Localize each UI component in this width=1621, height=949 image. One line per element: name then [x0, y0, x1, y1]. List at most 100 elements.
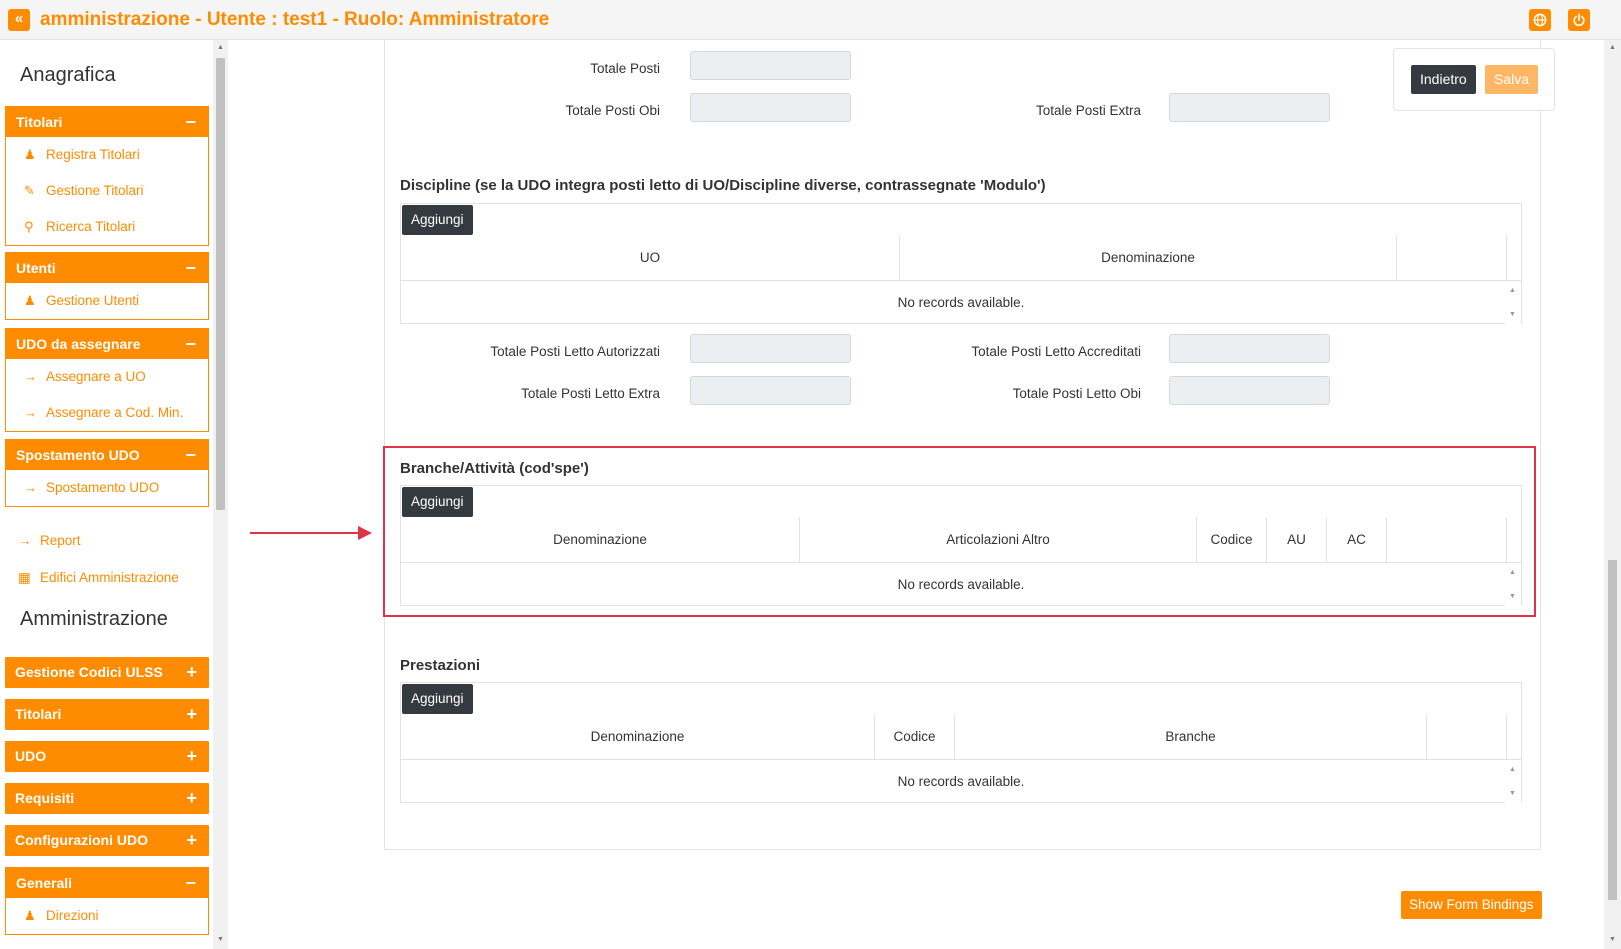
totale-posti-obi-input[interactable] [690, 93, 851, 122]
arrow-right-icon: → [24, 405, 37, 420]
scroll-down-icon[interactable]: ▼ [1609, 936, 1616, 943]
search-icon: ⚲ [24, 219, 34, 234]
totale-pl-autorizzati-label: Totale Posti Letto Autorizzati [490, 344, 660, 359]
scroll-up-icon[interactable]: ▲ [1509, 287, 1516, 295]
prestazioni-add-button[interactable]: Aggiungi [402, 684, 473, 714]
minus-icon[interactable]: − [185, 868, 196, 898]
main-scrollbar[interactable]: ▲ ▼ [1604, 40, 1621, 949]
totale-pl-extra-input[interactable] [690, 376, 851, 405]
prestazioni-section-title: Prestazioni [400, 657, 481, 674]
sidebar-group-udo-da-assegnare: UDO da assegnare − → Assegnare a UO → Asseg… [5, 328, 209, 432]
column-header-branche[interactable]: Branche [955, 714, 1427, 760]
sidebar-item-assegnare-uo[interactable]: → Assegnare a UO [6, 359, 208, 395]
page-title: amministrazione - Utente : test1 - Ruolo… [40, 9, 550, 30]
prestazioni-grid-body: No records available. ▲ ▼ [401, 760, 1521, 804]
sidebar-group-utenti: Utenti − ♟ Gestione Utenti [5, 252, 209, 320]
sidebar-group-generali: Generali − ♟ Direzioni [5, 867, 209, 935]
totale-posti-extra-label: Totale Posti Extra [1035, 103, 1141, 118]
sidebar-group-header[interactable]: Utenti − [6, 253, 208, 283]
sidebar-scrollbar[interactable]: ▲ ▼ [213, 40, 228, 949]
minus-icon[interactable]: − [185, 329, 196, 359]
highlight-box [383, 446, 1536, 617]
globe-icon[interactable] [1529, 9, 1551, 31]
top-bar: « amministrazione - Utente : test1 - Ruo… [0, 0, 1621, 40]
sidebar-link-report[interactable]: → Report [18, 533, 81, 548]
collapse-sidebar-icon[interactable]: « [8, 9, 30, 31]
plus-icon[interactable]: + [186, 783, 197, 814]
column-header-denominazione[interactable]: Denominazione [401, 714, 875, 760]
prestazioni-grid-header: Denominazione Codice Branche [401, 714, 1521, 760]
no-records-text: No records available. [897, 774, 1025, 789]
totale-pl-autorizzati-input[interactable] [690, 334, 851, 363]
user-edit-icon: ♟ [24, 147, 36, 162]
sidebar-item-direzioni[interactable]: ♟ Direzioni [6, 898, 208, 934]
sidebar-item-assegnare-cod-min[interactable]: → Assegnare a Cod. Min. [6, 395, 208, 431]
discipline-grid-header: UO Denominazione [401, 235, 1521, 281]
user-edit-icon: ♟ [24, 293, 36, 308]
sidebar-group-titolari: Titolari − ♟ Registra Titolari ✎ Gestione T… [5, 106, 209, 246]
totale-posti-input[interactable] [690, 51, 851, 80]
discipline-add-button[interactable]: Aggiungi [402, 205, 473, 235]
plus-icon[interactable]: + [186, 741, 197, 772]
sidebar-item-gestione-utenti[interactable]: ♟ Gestione Utenti [6, 283, 208, 319]
sidebar-item-ricerca-titolari[interactable]: ⚲ Ricerca Titolari [6, 209, 208, 245]
sidebar-link-edifici[interactable]: ▦ Edifici Amministrazione [18, 570, 179, 586]
column-header-actions [1397, 235, 1507, 281]
save-button[interactable]: Salva [1485, 65, 1539, 94]
column-header-denominazione[interactable]: Denominazione [900, 235, 1397, 281]
arrow-right-icon: → [24, 369, 37, 384]
scroll-up-icon[interactable]: ▲ [1509, 766, 1516, 774]
building-icon: ▦ [18, 570, 31, 585]
sidebar-heading-anagrafica: Anagrafica [20, 64, 116, 86]
sidebar-item-registra-titolari[interactable]: ♟ Registra Titolari [6, 137, 208, 173]
minus-icon[interactable]: − [185, 107, 196, 137]
scroll-up-icon[interactable]: ▲ [1609, 44, 1616, 51]
scroll-down-icon[interactable]: ▼ [217, 936, 224, 943]
no-records-text: No records available. [897, 295, 1025, 310]
minus-icon[interactable]: − [185, 253, 196, 283]
grid-scrollbar[interactable]: ▲ ▼ [1505, 760, 1521, 804]
prestazioni-grid: Denominazione Codice Branche No records … [400, 682, 1522, 804]
main-scroll-thumb[interactable] [1608, 560, 1617, 900]
totale-pl-accreditati-input[interactable] [1169, 334, 1330, 363]
scroll-down-icon[interactable]: ▼ [1509, 311, 1516, 319]
totale-pl-obi-input[interactable] [1169, 376, 1330, 405]
plus-icon[interactable]: + [186, 699, 197, 730]
power-icon[interactable] [1568, 9, 1590, 31]
sidebar-group-header[interactable]: Generali − [6, 868, 208, 898]
sidebar-group-header[interactable]: UDO da assegnare − [6, 329, 208, 359]
sidebar-group-udo[interactable]: UDO + [5, 741, 209, 772]
sidebar-heading-amministrazione: Amministrazione [20, 608, 168, 630]
totale-posti-extra-input[interactable] [1169, 93, 1330, 122]
back-button[interactable]: Indietro [1411, 65, 1476, 94]
sidebar-group-titolari-admin[interactable]: Titolari + [5, 699, 209, 730]
user-edit-icon: ♟ [24, 908, 36, 923]
arrow-right-icon: → [24, 480, 37, 495]
sidebar-item-gestione-titolari[interactable]: ✎ Gestione Titolari [6, 173, 208, 209]
sidebar-scroll-thumb[interactable] [216, 58, 225, 510]
sidebar-group-gestione-codici-ulss[interactable]: Gestione Codici ULSS + [5, 657, 209, 688]
minus-icon[interactable]: − [185, 440, 196, 470]
sidebar-group-header[interactable]: Titolari − [6, 107, 208, 137]
sidebar-group-configurazioni-udo[interactable]: Configurazioni UDO + [5, 825, 209, 856]
sidebar-group-spostamento-udo: Spostamento UDO − → Spostamento UDO [5, 439, 209, 507]
sidebar-group-requisiti[interactable]: Requisiti + [5, 783, 209, 814]
edit-icon: ✎ [24, 183, 35, 198]
plus-icon[interactable]: + [186, 657, 197, 688]
show-form-bindings-button[interactable]: Show Form Bindings [1401, 891, 1542, 919]
annotation-arrow [250, 532, 360, 534]
scroll-down-icon[interactable]: ▼ [1509, 790, 1516, 798]
sidebar-group-header[interactable]: Spostamento UDO − [6, 440, 208, 470]
sidebar-item-spostamento-udo[interactable]: → Spostamento UDO [6, 470, 208, 506]
totale-pl-obi-label: Totale Posti Letto Obi [1012, 386, 1141, 401]
column-header-uo[interactable]: UO [401, 235, 900, 281]
column-header-codice[interactable]: Codice [875, 714, 955, 760]
annotation-arrow-head [358, 526, 372, 540]
totale-posti-obi-label: Totale Posti Obi [565, 103, 660, 118]
column-header-actions [1427, 714, 1507, 760]
scroll-up-icon[interactable]: ▲ [217, 44, 224, 51]
totale-pl-extra-label: Totale Posti Letto Extra [521, 386, 660, 401]
sidebar: Anagrafica Titolari − ♟ Registra Titolari … [0, 40, 216, 949]
plus-icon[interactable]: + [186, 825, 197, 856]
grid-scrollbar[interactable]: ▲ ▼ [1505, 281, 1521, 325]
